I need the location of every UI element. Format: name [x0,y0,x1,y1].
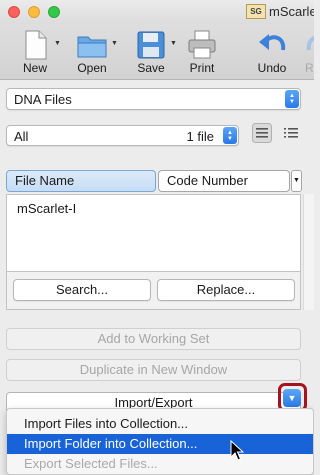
file-count: 1 file [186,129,214,144]
new-button-label: New [22,61,47,75]
close-window-button[interactable] [8,6,20,18]
open-button-label: Open [77,61,107,75]
print-button-label: Print [189,61,215,75]
popup-stepper-icon: ▲ ▼ [285,90,299,108]
redo-button[interactable]: Re [298,26,314,78]
filter-value: All [14,129,29,144]
chevron-down-icon: ▼ [170,40,177,47]
file-list-scrollbar[interactable] [303,194,314,310]
app-window: SG mScarlet ▼ New ▼ Open [0,0,314,475]
window-title: mScarlet [269,4,314,19]
duplicate-in-new-window-button[interactable]: Duplicate in New Window [6,359,301,381]
title-bar: SG mScarlet [0,0,314,24]
chevron-down-icon: ▼ [111,40,118,47]
zoom-window-button[interactable] [48,6,60,18]
column-header-code-number[interactable]: Code Number [158,170,290,192]
document-type-icon: SG [246,4,266,19]
list-item[interactable]: mScarlet-I [17,201,76,216]
undo-icon [259,34,286,51]
undo-button-label: Undo [257,61,287,75]
menu-item-import-files[interactable]: Import Files into Collection... [7,414,313,434]
printer-icon [188,30,216,59]
undo-button[interactable]: Undo [247,26,297,78]
save-button[interactable]: ▼ Save [126,26,177,78]
popup-stepper-icon: ▲ ▼ [223,127,237,144]
menu-item-export-selected: Export Selected Files... [24,456,158,471]
file-type-value: DNA Files [14,92,72,107]
print-button[interactable]: Print [177,26,227,78]
add-to-working-set-button[interactable]: Add to Working Set [6,328,301,350]
toolbar: ▼ New ▼ Open ▼ Save Print Undo R [0,24,314,80]
import-export-chevron-icon[interactable]: ▼ [283,389,301,407]
floppy-disk-icon [137,31,165,59]
chevron-down-icon: ▼ [54,40,61,47]
column-menu-chevron-icon[interactable]: ▼ [291,170,302,192]
outline-view-icon[interactable] [281,123,301,143]
folder-icon [77,36,107,58]
redo-button-label: Re [305,61,314,75]
list-view-icon[interactable] [252,123,272,143]
import-export-menu: Import Files into Collection... Import F… [6,408,314,475]
search-button[interactable]: Search... [13,279,151,301]
new-button[interactable]: ▼ New [10,26,61,78]
save-button-label: Save [137,61,165,75]
list-actions-panel: Search... Replace... [6,272,301,310]
mouse-pointer-icon [230,440,244,461]
window-title-group: SG mScarlet [246,4,314,19]
file-type-popup[interactable]: DNA Files ▲ ▼ [6,88,301,110]
new-document-icon [25,30,47,60]
menu-item-import-folder[interactable]: Import Folder into Collection... [7,434,313,454]
redo-icon [306,36,314,51]
minimize-window-button[interactable] [28,6,40,18]
open-button[interactable]: ▼ Open [67,26,118,78]
file-list[interactable]: mScarlet-I [6,194,301,272]
replace-button[interactable]: Replace... [157,279,295,301]
filter-popup[interactable]: All 1 file ▲ ▼ [6,125,239,146]
column-header-file-name[interactable]: File Name [6,170,156,192]
